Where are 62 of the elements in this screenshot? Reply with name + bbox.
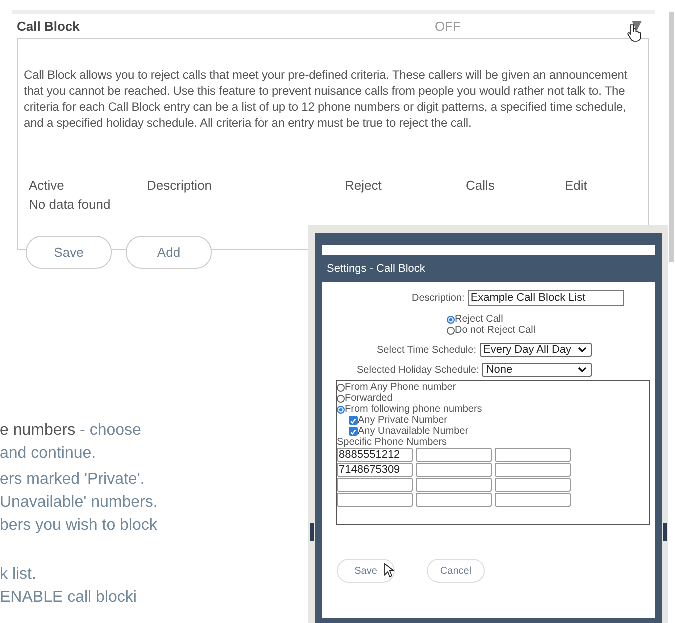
status-label: OFF [435,18,462,34]
collapse-triangle-icon[interactable] [631,20,643,32]
dialog-button[interactable]: Save [337,559,395,583]
phone-number-field[interactable] [495,478,571,492]
phone-number-field[interactable] [337,478,413,492]
instruction-text: bers you wish to block [0,516,158,536]
radio-label: Forwarded [345,393,393,404]
phone-number-field[interactable] [416,493,492,507]
instruction-text: and continue. [0,444,98,464]
phone-number-field[interactable] [416,478,492,492]
dialog-button[interactable]: Cancel [427,559,485,583]
instruction-text: ENABLE call blocki [0,588,138,608]
time-schedule-dropdown[interactable]: Every Day All Day [480,343,592,357]
phone-number-field[interactable]: 7148675309 [337,463,413,477]
phone-number-field[interactable] [495,463,571,477]
chevron-down-icon [578,347,586,353]
checkbox-label: Any Unavailable Number [358,426,469,437]
panel-title: Call Block [17,18,81,34]
phone-number-field[interactable] [416,448,492,462]
phone-number-field[interactable] [337,493,413,507]
phone-number-field[interactable] [495,493,571,507]
description-text: Call Block allows you to reject calls that meet your pre-defined criteria. These callers will be given an announcement that you cannot be reached. Use this feature to prevent nuisance calls from people you would rather not talk to. The criteria for each Call Block entry can be a list of up to 12 phone numbers or digit patterns, a specified time schedule, and a specified holiday schedule. All criteria for an entry must be true to reject the call. [24,67,629,131]
resize-handle[interactable] [310,523,314,541]
column-header: Edit [565,178,588,193]
radio-label: From following phone numbers [345,404,482,415]
checkbox[interactable] [349,427,358,436]
instruction-text: Unavailable' numbers. [0,493,158,513]
instruction-text: ers marked 'Private'. [0,470,146,490]
column-header: Active [29,178,66,193]
radio-label: Reject Call [455,314,504,325]
radio-label: From Any Phone number [345,382,456,393]
phone-number-field[interactable]: 8885551212 [337,448,413,462]
pointer-cursor-icon [384,563,394,578]
time-schedule-label: Select Time Schedule: [377,344,476,356]
column-header: Reject [345,178,383,193]
checkbox-label: Any Private Number [358,415,448,426]
phone-number-field[interactable] [495,448,571,462]
column-header: Description [147,178,214,193]
dialog-title: Settings - Call Block [326,262,426,277]
instruction-text: e numbers - choose [0,421,142,441]
panel-button[interactable]: Save [26,236,112,269]
radio-button[interactable] [447,326,455,334]
instruction-text: k list. [0,565,38,585]
holiday-schedule-label: Selected Holiday Schedule: [357,364,480,376]
column-header: Calls [466,178,496,193]
radio-button[interactable] [447,316,455,324]
holiday-schedule-dropdown[interactable]: None [482,363,592,377]
radio-button[interactable] [337,384,345,392]
empty-message: No data found [28,197,112,212]
radio-button[interactable] [337,394,345,402]
phone-number-field[interactable] [416,463,492,477]
radio-button[interactable] [337,406,345,414]
description-label: Description: [412,292,465,304]
radio-label: Do not Reject Call [455,325,536,336]
chevron-down-icon [578,367,588,373]
checkbox[interactable] [349,416,358,425]
panel-button[interactable]: Add [126,236,212,269]
description-field[interactable]: Example Call Block List [468,290,624,306]
resize-handle[interactable] [663,523,667,541]
numbers-label: Specific Phone Numbers [337,437,448,448]
scrollbar[interactable] [669,12,674,262]
hand-cursor-icon [627,24,641,42]
